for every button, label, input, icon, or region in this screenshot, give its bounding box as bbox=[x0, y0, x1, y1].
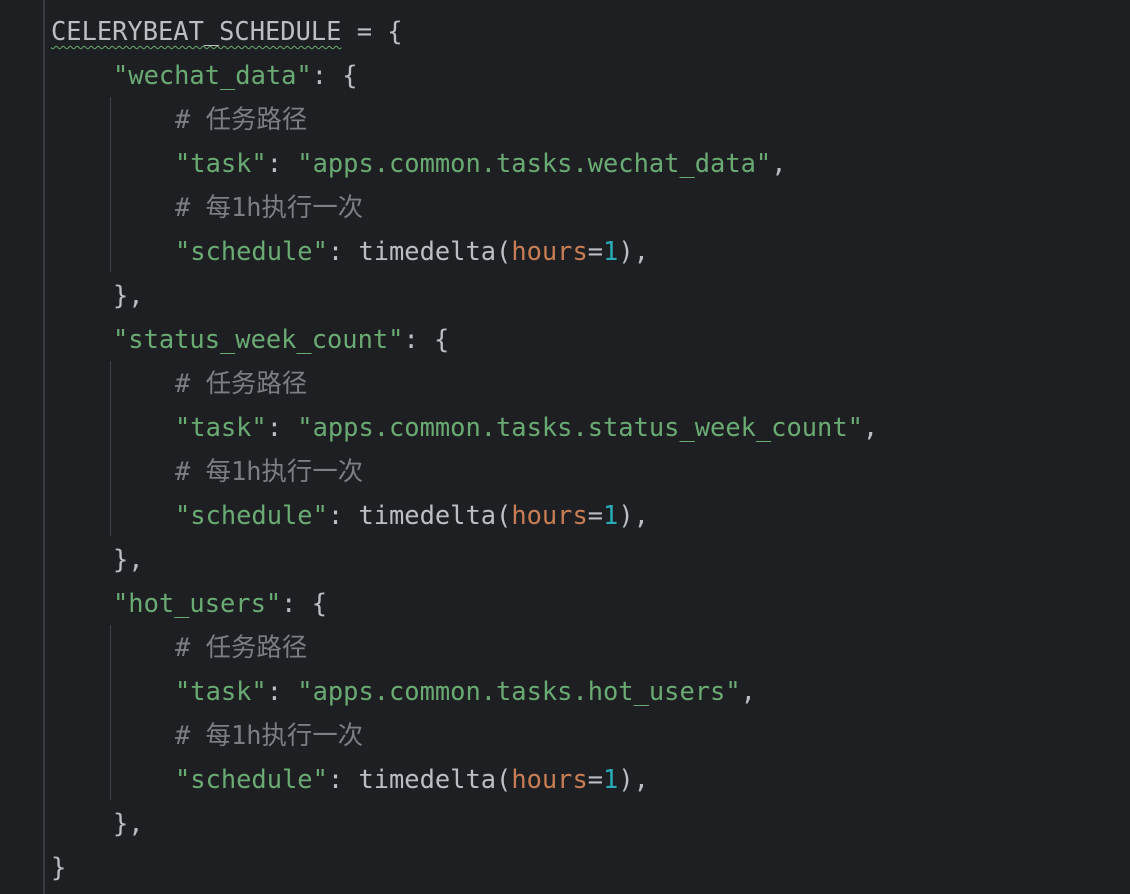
dict-key: "task" bbox=[175, 676, 267, 706]
code-line[interactable]: "schedule": timedelta(hours=1), bbox=[175, 493, 649, 537]
code-line[interactable]: "wechat_data": { bbox=[113, 53, 358, 97]
comment: # 任务路径 bbox=[175, 368, 308, 398]
dict-key: "wechat_data" bbox=[113, 60, 312, 90]
equals-sign: = bbox=[587, 500, 604, 530]
indent-guide bbox=[110, 361, 111, 536]
gutter-divider bbox=[43, 0, 45, 894]
dict-key: "schedule" bbox=[175, 236, 328, 266]
code-line[interactable]: "hot_users": { bbox=[113, 581, 327, 625]
function-call: : timedelta( bbox=[327, 500, 512, 530]
number-literal: 1 bbox=[603, 764, 619, 794]
code-editor[interactable]: CELERYBEAT_SCHEDULE = { "wechat_data": {… bbox=[0, 0, 1130, 894]
punctuation: : bbox=[266, 676, 298, 706]
indent-guide bbox=[110, 625, 111, 800]
comment: # 每1h执行一次 bbox=[175, 192, 364, 222]
dict-key: "schedule" bbox=[175, 764, 328, 794]
closing-brace: }, bbox=[113, 808, 144, 838]
variable-name: CELERYBEAT_SCHEDULE bbox=[51, 16, 342, 46]
code-line[interactable]: "task": "apps.common.tasks.wechat_data", bbox=[175, 141, 786, 185]
code-line[interactable]: "schedule": timedelta(hours=1), bbox=[175, 229, 649, 273]
comment: # 每1h执行一次 bbox=[175, 720, 364, 750]
number-literal: 1 bbox=[603, 500, 619, 530]
punctuation: , bbox=[771, 148, 787, 178]
string-value: "apps.common.tasks.status_week_count" bbox=[297, 412, 863, 442]
code-line[interactable]: CELERYBEAT_SCHEDULE = { bbox=[51, 9, 403, 53]
code-line[interactable]: "status_week_count": { bbox=[113, 317, 449, 361]
code-line[interactable]: } bbox=[51, 845, 66, 889]
code-line[interactable]: "task": "apps.common.tasks.hot_users", bbox=[175, 669, 756, 713]
closing-brace: }, bbox=[113, 280, 144, 310]
punctuation: : { bbox=[311, 60, 358, 90]
dict-key: "hot_users" bbox=[113, 588, 282, 618]
assign-operator: = { bbox=[341, 16, 403, 46]
punctuation: : { bbox=[281, 588, 328, 618]
dict-key: "schedule" bbox=[175, 500, 328, 530]
closing-brace: }, bbox=[113, 544, 144, 574]
punctuation: , bbox=[862, 412, 879, 442]
comment: # 任务路径 bbox=[175, 104, 308, 134]
number-literal: 1 bbox=[603, 236, 619, 266]
comment: # 任务路径 bbox=[175, 632, 308, 662]
function-call: : timedelta( bbox=[327, 236, 512, 266]
punctuation: ), bbox=[618, 236, 649, 266]
equals-sign: = bbox=[587, 236, 604, 266]
keyword-argument: hours bbox=[511, 236, 588, 266]
comment: # 每1h执行一次 bbox=[175, 456, 364, 486]
indent-guide bbox=[110, 97, 111, 272]
dict-key: "task" bbox=[175, 148, 267, 178]
string-value: "apps.common.tasks.wechat_data" bbox=[297, 148, 772, 178]
function-call: : timedelta( bbox=[327, 764, 512, 794]
punctuation: : { bbox=[403, 324, 450, 354]
code-line[interactable]: "schedule": timedelta(hours=1), bbox=[175, 757, 649, 801]
punctuation: : bbox=[266, 148, 298, 178]
closing-brace: } bbox=[51, 852, 67, 882]
code-line[interactable]: # 任务路径 bbox=[175, 625, 307, 669]
dict-key: "task" bbox=[175, 412, 267, 442]
code-line[interactable]: # 每1h执行一次 bbox=[175, 449, 363, 493]
equals-sign: = bbox=[587, 764, 604, 794]
punctuation: : bbox=[266, 412, 298, 442]
dict-key: "status_week_count" bbox=[113, 324, 404, 354]
keyword-argument: hours bbox=[511, 764, 588, 794]
punctuation: , bbox=[740, 676, 756, 706]
code-line[interactable]: "task": "apps.common.tasks.status_week_c… bbox=[175, 405, 878, 449]
string-value: "apps.common.tasks.hot_users" bbox=[297, 676, 741, 706]
code-line[interactable]: # 每1h执行一次 bbox=[175, 713, 363, 757]
punctuation: ), bbox=[618, 764, 649, 794]
code-line[interactable]: }, bbox=[113, 273, 144, 317]
code-line[interactable]: }, bbox=[113, 537, 144, 581]
keyword-argument: hours bbox=[511, 500, 588, 530]
code-line[interactable]: # 每1h执行一次 bbox=[175, 185, 363, 229]
code-line[interactable]: }, bbox=[113, 801, 144, 845]
code-line[interactable]: # 任务路径 bbox=[175, 97, 307, 141]
code-line[interactable]: # 任务路径 bbox=[175, 361, 307, 405]
punctuation: ), bbox=[618, 500, 649, 530]
